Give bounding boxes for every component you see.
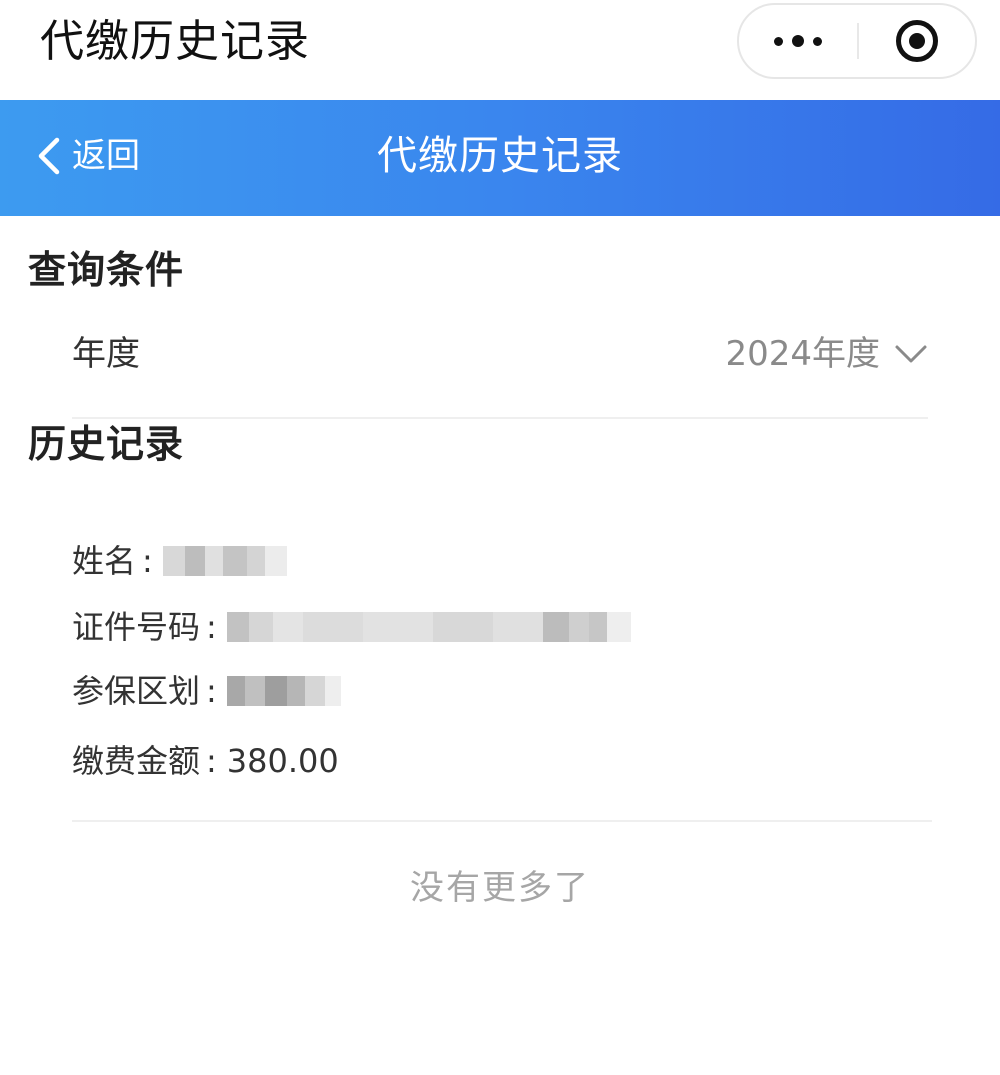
- colon: :: [206, 742, 217, 780]
- region-label: 参保区划: [72, 672, 201, 710]
- dot: [813, 36, 822, 46]
- colon: :: [142, 542, 153, 580]
- field-id-number: 证件号码 :: [72, 602, 631, 652]
- year-select[interactable]: 2024年度: [725, 332, 928, 376]
- id-label: 证件号码: [72, 608, 201, 646]
- redacted-name: [162, 546, 287, 576]
- nav-header: 返回 代缴历史记录: [0, 100, 1000, 216]
- end-of-list-text: 没有更多了: [410, 868, 590, 908]
- field-payment-amount: 缴费金额 : 380.00: [72, 736, 339, 786]
- field-name: 姓名 :: [72, 536, 287, 586]
- app-title: 代缴历史记录: [40, 16, 310, 67]
- colon: :: [206, 608, 217, 646]
- more-dots-icon[interactable]: [739, 5, 857, 77]
- divider: [72, 417, 928, 419]
- close-ring: [896, 20, 938, 62]
- close-core: [909, 33, 925, 49]
- page-title: 代缴历史记录: [377, 133, 623, 179]
- dot: [792, 35, 804, 47]
- divider: [72, 820, 932, 822]
- chevron-down-icon: [894, 343, 928, 365]
- redacted-region: [226, 676, 341, 706]
- name-label: 姓名: [72, 542, 137, 580]
- capsule-menu: [737, 3, 977, 79]
- year-label: 年度: [72, 334, 140, 374]
- field-insured-region: 参保区划 :: [72, 666, 341, 716]
- dot: [774, 36, 783, 46]
- amount-value: 380.00: [226, 742, 339, 780]
- year-value: 2024年度: [725, 334, 880, 374]
- app-titlebar: 代缴历史记录: [0, 0, 1000, 100]
- redacted-id-number: [226, 612, 631, 642]
- query-heading: 查询条件: [28, 248, 185, 292]
- target-close-icon[interactable]: [859, 5, 975, 77]
- history-heading: 历史记录: [28, 422, 185, 466]
- colon: :: [206, 672, 217, 710]
- amount-label: 缴费金额: [72, 742, 201, 780]
- year-filter[interactable]: 年度 2024年度: [72, 326, 928, 388]
